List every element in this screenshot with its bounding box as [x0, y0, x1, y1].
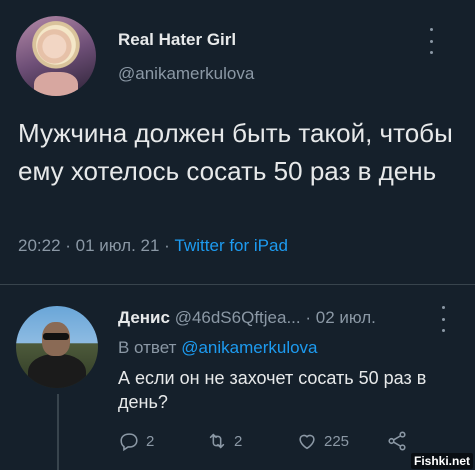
avatar-sunglasses: [43, 333, 69, 340]
reply-actions: 2 2 225: [118, 430, 428, 460]
share-icon: [388, 431, 406, 451]
main-tweet-text: Мужчина должен быть такой, чтобы ему хот…: [18, 118, 453, 186]
more-icon[interactable]: [440, 306, 446, 332]
reply-date[interactable]: · 02 июл.: [305, 308, 376, 327]
reply-to-label: В ответ: [118, 338, 177, 357]
reply-author-avatar[interactable]: [16, 306, 98, 388]
reply-to-line: В ответ @anikamerkulova: [118, 338, 318, 358]
reply-text: А если он не захочет сосать 50 раз в ден…: [118, 368, 427, 412]
reply-author-name[interactable]: Денис: [118, 308, 170, 327]
main-author-avatar[interactable]: [16, 16, 96, 96]
avatar-torso: [28, 354, 86, 388]
main-author-handle[interactable]: @anikamerkulova: [118, 64, 254, 84]
share-action[interactable]: [386, 430, 408, 452]
watermark: Fishki.net: [410, 453, 473, 469]
avatar-figure: [34, 72, 78, 96]
retweet-count: 2: [234, 432, 243, 450]
divider: [0, 284, 475, 285]
like-icon: [299, 434, 315, 450]
reply-author-handle[interactable]: @46dS6Qftjea...: [175, 308, 301, 327]
thread-line: [57, 394, 59, 470]
tweet-source[interactable]: Twitter for iPad: [175, 236, 288, 255]
main-author-name[interactable]: Real Hater Girl: [118, 30, 236, 50]
meta-separator: ·: [60, 236, 76, 255]
like-count: 225: [324, 432, 350, 450]
retweet-action[interactable]: 2: [206, 430, 242, 452]
reply-count: 2: [146, 432, 155, 450]
meta-separator: ·: [159, 236, 175, 255]
tweet-meta: 20:22 · 01 июл. 21 · Twitter for iPad: [18, 236, 288, 256]
like-action[interactable]: 225: [296, 430, 349, 452]
reply-to-mention[interactable]: @anikamerkulova: [181, 338, 317, 357]
retweet-icon: [209, 433, 225, 449]
tweet-date[interactable]: 01 июл. 21: [76, 236, 160, 255]
tweet-time: 20:22: [18, 236, 61, 255]
reply-action[interactable]: 2: [118, 430, 154, 452]
reply-header: Денис @46dS6Qftjea... · 02 июл.: [118, 308, 376, 328]
more-icon[interactable]: [428, 28, 434, 54]
reply-icon: [120, 433, 138, 452]
